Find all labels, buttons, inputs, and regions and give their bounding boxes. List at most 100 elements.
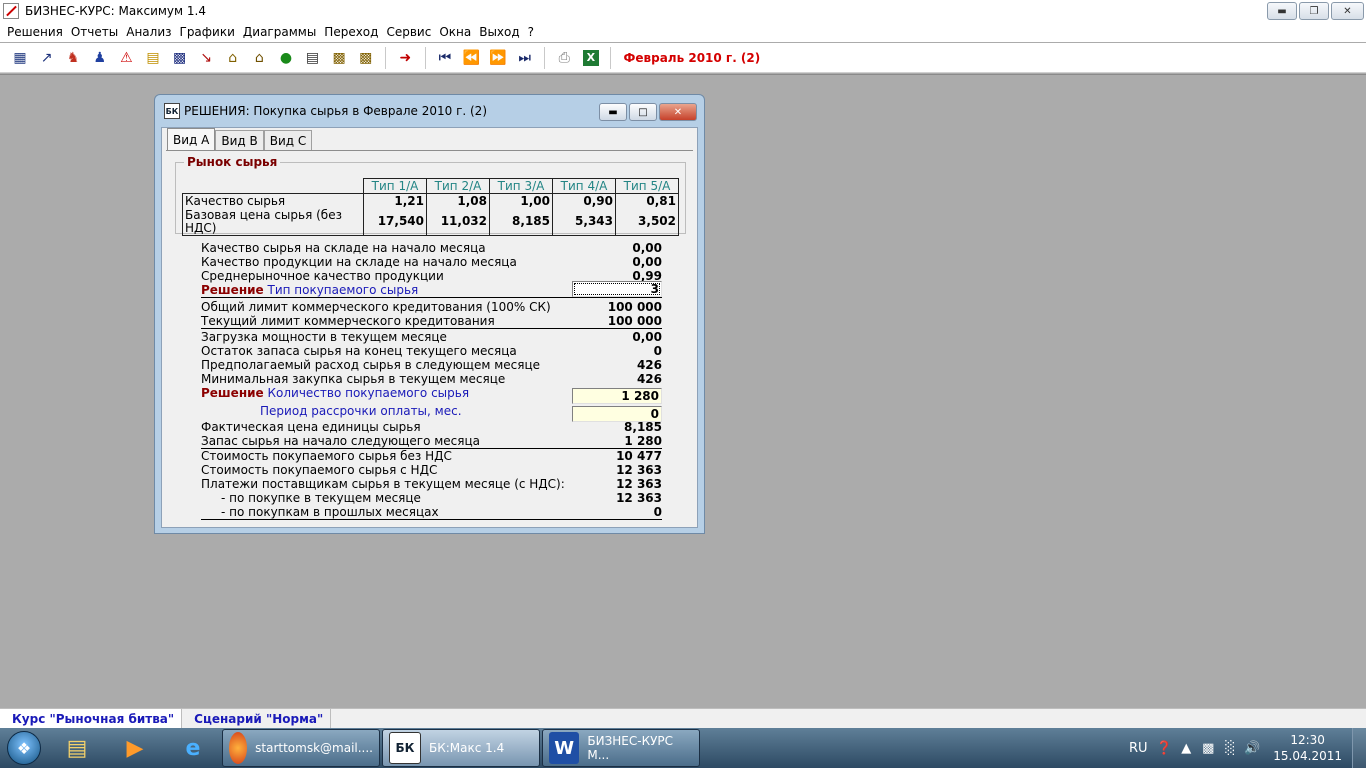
table-header: Тип 3/А	[489, 178, 553, 194]
decision-tag: Решение	[201, 283, 264, 297]
usb-icon[interactable]: ▩	[1199, 741, 1217, 756]
staff-button[interactable]: ♟	[89, 47, 111, 69]
minimize-button[interactable]: ▬	[1267, 2, 1297, 20]
start-button[interactable]: ❖	[0, 728, 48, 768]
stock-button[interactable]: ▩	[355, 47, 377, 69]
app-titlebar: БИЗНЕС-КУРС: Максимум 1.4 ▬ ❐ ✕	[0, 0, 1366, 22]
last-icon: ⏭	[518, 49, 531, 66]
first-period-button[interactable]: ⏮	[434, 47, 456, 69]
row-value: 100 000	[607, 300, 662, 314]
plan-button[interactable]: ▩	[328, 47, 350, 69]
info-row: Качество продукции на складе на начало м…	[201, 255, 662, 269]
info-row: Фактическая цена единицы сырья 8,185	[201, 420, 662, 434]
menu-service[interactable]: Сервис	[385, 25, 438, 39]
house-icon: ⌂	[254, 49, 264, 66]
taskbar-item-word[interactable]: W БИЗНЕС-КУРС М...	[542, 729, 700, 767]
language-indicator[interactable]: RU	[1125, 741, 1151, 756]
course-tab[interactable]: Курс "Рыночная битва"	[0, 709, 183, 728]
internet-explorer-button[interactable]: e	[164, 729, 222, 767]
warehouse-button[interactable]: ⌂	[222, 47, 244, 69]
help-icon[interactable]: ❓	[1155, 741, 1173, 756]
menu-analysis[interactable]: Анализ	[125, 25, 178, 39]
restore-icon: ❐	[1309, 5, 1319, 17]
chart-up-button[interactable]: ↗	[36, 47, 58, 69]
excel-button[interactable]: X	[580, 47, 602, 69]
menu-windows[interactable]: Окна	[438, 25, 478, 39]
expand-tray-icon[interactable]: ▲	[1177, 741, 1195, 756]
system-tray: RU ❓ ▲ ▩ ░ 🔊 12:30 15.04.2011	[1123, 728, 1366, 768]
decision-row: Решение Количество покупаемого сырья 1 2…	[201, 386, 662, 404]
explorer-button[interactable]: ▤	[48, 729, 106, 767]
row-value: 1 280	[624, 434, 662, 448]
taskbar-item-firefox[interactable]: starttomsk@mail....	[222, 729, 380, 767]
tab-divider	[166, 150, 693, 151]
folder-button[interactable]: ▤	[142, 47, 164, 69]
folder-icon: ▤	[66, 735, 88, 761]
windows-logo-icon: ❖	[7, 731, 41, 765]
warning-button[interactable]: ⚠	[115, 47, 137, 69]
factory-button[interactable]: ▩	[169, 47, 191, 69]
info-row: Загрузка мощности в текущем месяце 0,00	[201, 330, 662, 344]
restore-button[interactable]: ❐	[1299, 2, 1329, 20]
raw-type-input[interactable]: 3	[572, 281, 662, 297]
row-label: Общий лимит коммерческого кредитования (…	[201, 300, 551, 314]
go-to-button[interactable]: ➜	[394, 47, 416, 69]
dialog-close-button[interactable]: ✕	[659, 103, 697, 121]
row-value: 10 477	[616, 449, 662, 463]
document-button[interactable]: ▤	[302, 47, 324, 69]
scenario-tab[interactable]: Сценарий "Норма"	[182, 709, 332, 728]
taskbar-item-bk[interactable]: БК БК:Макс 1.4	[382, 729, 540, 767]
table-corner	[182, 178, 364, 194]
last-period-button[interactable]: ⏭	[514, 47, 536, 69]
table-row: Качество сырья 1,21 1,08 1,00 0,90 0,81	[182, 193, 679, 209]
info-row: Качество сырья на складе на начало месяц…	[201, 241, 662, 255]
table-row: Базовая цена сырья (без НДС) 17,540 11,0…	[182, 208, 679, 236]
money-bag-button[interactable]: ●	[275, 47, 297, 69]
menu-help[interactable]: ?	[527, 25, 541, 39]
menu-exit[interactable]: Выход	[478, 25, 526, 39]
row-value: 0,00	[632, 330, 662, 344]
tab-view-b[interactable]: Вид В	[215, 130, 264, 150]
media-player-button[interactable]: ▶	[106, 729, 164, 767]
installment-label: Период рассрочки оплаты, мес.	[260, 404, 462, 418]
row-label: - по покупкам в прошлых месяцах	[221, 505, 439, 519]
network-icon[interactable]: ░	[1221, 741, 1239, 756]
menu-decisions[interactable]: Решения	[6, 25, 70, 39]
row-label: Текущий лимит коммерческого кредитования	[201, 314, 495, 328]
toolbar-separator	[385, 46, 387, 69]
row-value: 12 363	[616, 491, 662, 505]
house-button[interactable]: ⌂	[248, 47, 270, 69]
tab-view-c[interactable]: Вид С	[263, 130, 313, 150]
decision-tag: Решение	[201, 386, 264, 400]
prev-period-button[interactable]: ⏪	[461, 47, 483, 69]
volume-icon[interactable]: 🔊	[1243, 741, 1261, 756]
row-value: 0,00	[632, 255, 662, 269]
chart-down-button[interactable]: ↘	[195, 47, 217, 69]
menu-reports[interactable]: Отчеты	[70, 25, 125, 39]
info-row: Общий лимит коммерческого кредитования (…	[201, 300, 662, 314]
table-cell: 8,185	[489, 208, 553, 236]
people-icon: ♞	[66, 49, 80, 66]
raw-quantity-input[interactable]: 1 280	[572, 388, 662, 404]
print-button[interactable]: ⎙	[553, 47, 575, 69]
people-button[interactable]: ♞	[62, 47, 84, 69]
chart-up-icon: ↗	[40, 49, 53, 66]
close-button[interactable]: ✕	[1331, 2, 1364, 20]
next-period-button[interactable]: ⏩	[487, 47, 509, 69]
info-row: Остаток запаса сырья на конец текущего м…	[201, 344, 662, 358]
dialog-maximize-button[interactable]: □	[629, 103, 657, 121]
tab-view-a[interactable]: Вид А	[167, 128, 216, 150]
forward-icon: ⏩	[489, 49, 507, 66]
row-label: Качество сырья	[182, 193, 364, 209]
menu-diagrams[interactable]: Диаграммы	[242, 25, 323, 39]
staff-icon: ♟	[93, 49, 107, 66]
bk-app-icon: БК	[389, 732, 421, 764]
decisions-button[interactable]: ▦	[9, 47, 31, 69]
stock-icon: ▩	[359, 49, 373, 66]
task-label: БК:Макс 1.4	[429, 741, 505, 755]
dialog-minimize-button[interactable]: ▬	[599, 103, 627, 121]
show-desktop-button[interactable]	[1352, 728, 1366, 768]
menu-navigate[interactable]: Переход	[323, 25, 385, 39]
menu-graphs[interactable]: Графики	[179, 25, 242, 39]
clock[interactable]: 12:30 15.04.2011	[1273, 732, 1342, 764]
